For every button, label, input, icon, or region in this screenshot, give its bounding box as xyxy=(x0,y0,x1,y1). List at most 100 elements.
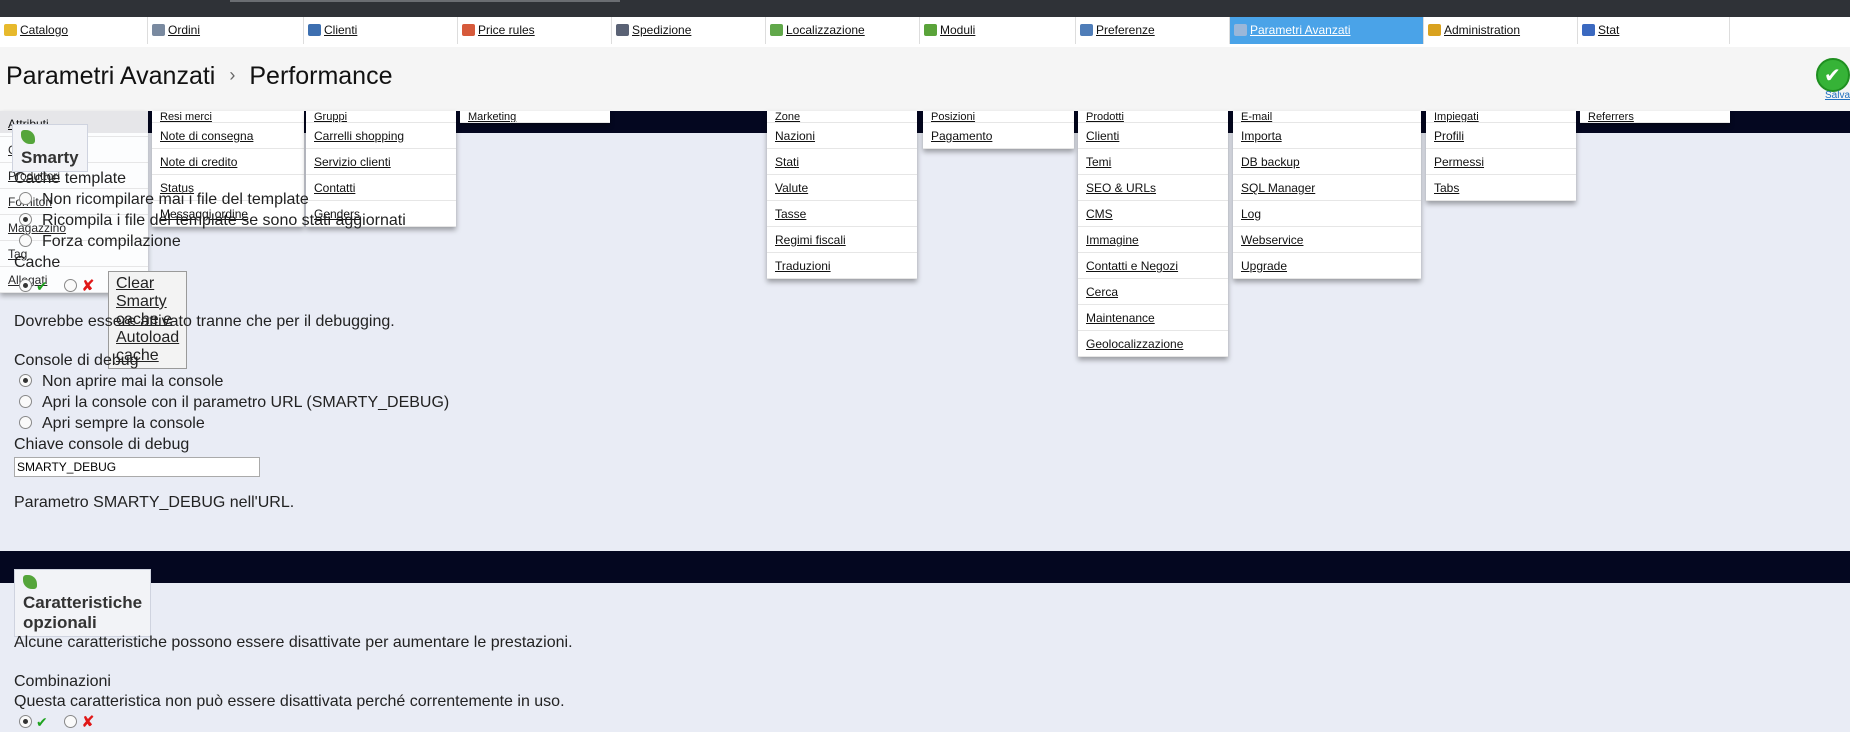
menu-item[interactable]: Log xyxy=(1241,207,1261,221)
tab-price-rules[interactable]: Price rules xyxy=(458,17,612,44)
cache-template-option-label: Ricompila i file del template se sono st… xyxy=(42,212,406,229)
menu-item[interactable]: Valute xyxy=(775,181,808,195)
menu-item[interactable]: Tasse xyxy=(775,207,806,221)
menu-item[interactable]: SEO & URLs xyxy=(1086,181,1156,195)
menu-item[interactable]: Regimi fiscali xyxy=(775,233,846,247)
tab-link[interactable]: Clienti xyxy=(324,23,357,37)
menu-item[interactable]: Contatti e Negozi xyxy=(1086,259,1178,273)
tab-link[interactable]: Administration xyxy=(1444,23,1520,37)
menu-item[interactable]: Geolocalizzazione xyxy=(1086,337,1183,351)
menu-item[interactable]: Tabs xyxy=(1434,181,1459,195)
tab-link[interactable]: Localizzazione xyxy=(786,23,865,37)
cache-template-radio[interactable] xyxy=(19,192,32,205)
moduli-menu: Posizioni Pagamento xyxy=(923,111,1074,149)
tab-link[interactable]: Price rules xyxy=(478,23,535,37)
tab-link[interactable]: Spedizione xyxy=(632,23,691,37)
menu-item[interactable]: Profili xyxy=(1434,129,1464,143)
menu-item[interactable]: Upgrade xyxy=(1241,259,1287,273)
menu-item[interactable]: Webservice xyxy=(1241,233,1303,247)
puzzle-icon xyxy=(23,575,37,589)
menu-item[interactable]: Servizio clienti xyxy=(314,155,391,169)
combinations-on-radio[interactable] xyxy=(19,715,32,728)
menu-item[interactable]: Zone xyxy=(775,111,800,122)
menu-item[interactable]: Carrelli shopping xyxy=(314,129,404,143)
menu-item[interactable]: DB backup xyxy=(1241,155,1300,169)
tab-link[interactable]: Catalogo xyxy=(20,23,68,37)
menu-item[interactable]: Importa xyxy=(1241,129,1282,143)
menu-item[interactable]: Immagine xyxy=(1086,233,1139,247)
tab-link[interactable]: Moduli xyxy=(940,23,975,37)
tab-administration[interactable]: Administration xyxy=(1424,17,1578,44)
debug-console-radio[interactable] xyxy=(19,374,32,387)
tab-spedizione[interactable]: Spedizione xyxy=(612,17,766,44)
menu-item[interactable]: Gruppi xyxy=(314,111,347,122)
menu-item[interactable]: Impiegati xyxy=(1434,111,1479,122)
menu-item[interactable]: Temi xyxy=(1086,155,1111,169)
menu-item[interactable]: CMS xyxy=(1086,207,1113,221)
tab-link[interactable]: Parametri Avanzati xyxy=(1250,23,1351,37)
tab-preferenze[interactable]: Preferenze xyxy=(1076,17,1230,44)
menu-item[interactable]: Cerca xyxy=(1086,285,1118,299)
cache-template-label: Cache template xyxy=(14,170,127,187)
combinations-label: Combinazioni xyxy=(14,673,111,690)
price-tag-icon xyxy=(462,24,475,36)
menu-item[interactable]: Nazioni xyxy=(775,129,815,143)
tab-link[interactable]: Stat xyxy=(1598,23,1619,37)
tab-clienti[interactable]: Clienti xyxy=(304,17,458,44)
cart-icon xyxy=(152,24,165,36)
tab-moduli[interactable]: Moduli xyxy=(920,17,1076,44)
save-icon[interactable] xyxy=(1816,58,1850,92)
breadcrumb-parent[interactable]: Parametri Avanzati xyxy=(6,62,215,90)
save-link[interactable]: Salva xyxy=(1825,90,1850,101)
tab-link[interactable]: Ordini xyxy=(168,23,200,37)
tab-catalogo[interactable]: Catalogo xyxy=(0,17,148,44)
user-icon xyxy=(308,24,321,36)
tab-link[interactable]: Preferenze xyxy=(1096,23,1155,37)
tab-localizzazione[interactable]: Localizzazione xyxy=(766,17,920,44)
cache-off-radio[interactable] xyxy=(64,279,78,292)
debug-console-option[interactable]: Apri la console con il parametro URL (SM… xyxy=(19,394,449,412)
stat-menu: Referrers xyxy=(1580,111,1730,123)
combinations-off-radio[interactable] xyxy=(64,715,78,728)
checkmark-icon: ✔ xyxy=(36,278,48,294)
tab-ordini[interactable]: Ordini xyxy=(148,17,304,44)
menu-item[interactable]: SQL Manager xyxy=(1241,181,1315,195)
menu-item[interactable]: Prodotti xyxy=(1086,111,1124,122)
breadcrumb-separator: › xyxy=(229,65,236,85)
menu-item[interactable]: Permessi xyxy=(1434,155,1484,169)
debug-console-label: Console di debug xyxy=(14,352,139,369)
cache-template-option[interactable]: Ricompila i file del template se sono st… xyxy=(19,212,406,230)
price-rules-menu: Marketing xyxy=(460,111,610,123)
cache-toggle: ✔ ✘ xyxy=(19,276,95,296)
debug-console-radio[interactable] xyxy=(19,395,32,408)
menu-item[interactable]: Contatti xyxy=(314,181,355,195)
debug-key-input[interactable] xyxy=(14,457,260,477)
globe-icon xyxy=(770,24,783,36)
menu-item[interactable]: Note di credito xyxy=(160,155,237,169)
section-band-middle xyxy=(0,551,1850,583)
menu-item[interactable]: Referrers xyxy=(1588,111,1634,122)
tab-stat[interactable]: Stat xyxy=(1578,17,1730,44)
cache-template-option[interactable]: Non ricompilare mai i file del template xyxy=(19,191,309,209)
menu-item[interactable]: Resi merci xyxy=(160,111,212,122)
wrench-icon xyxy=(1234,24,1247,36)
debug-console-option[interactable]: Non aprire mai la console xyxy=(19,373,223,391)
tab-parametri-avanzati[interactable]: Parametri Avanzati xyxy=(1230,17,1424,44)
cache-template-option[interactable]: Forza compilazione xyxy=(19,233,181,251)
cache-template-radio[interactable] xyxy=(19,234,32,247)
debug-console-radio[interactable] xyxy=(19,416,32,429)
menu-item[interactable]: Stati xyxy=(775,155,799,169)
menu-item[interactable]: Note di consegna xyxy=(160,129,253,143)
debug-console-option[interactable]: Apri sempre la console xyxy=(19,415,205,433)
menu-item[interactable]: E-mail xyxy=(1241,111,1272,122)
menu-item[interactable]: Posizioni xyxy=(931,111,975,122)
puzzle-icon xyxy=(21,130,35,144)
menu-item[interactable]: Clienti xyxy=(1086,129,1119,143)
menu-item[interactable]: Traduzioni xyxy=(775,259,831,273)
menu-item[interactable]: Maintenance xyxy=(1086,311,1155,325)
cache-template-radio[interactable] xyxy=(19,213,32,226)
settings-window-icon xyxy=(1080,24,1093,36)
cache-on-radio[interactable] xyxy=(19,279,32,292)
menu-item[interactable]: Marketing xyxy=(468,111,516,122)
menu-item[interactable]: Pagamento xyxy=(931,129,992,143)
